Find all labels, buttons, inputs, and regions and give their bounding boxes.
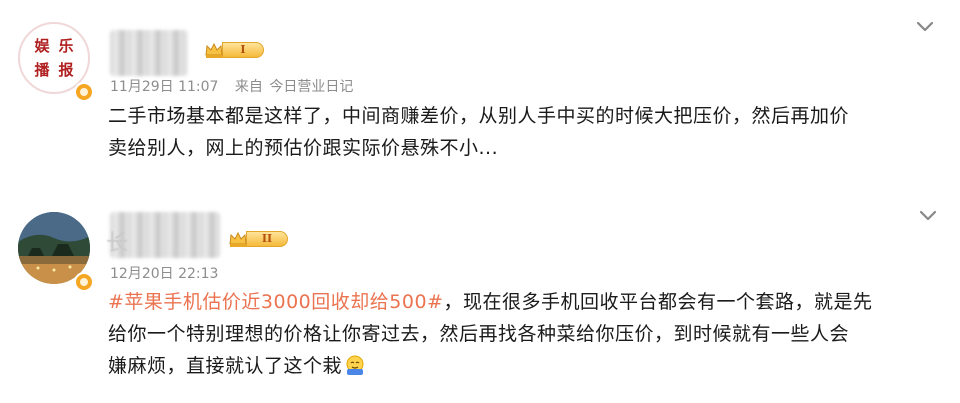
crown-icon xyxy=(228,230,248,248)
hashtag-link[interactable]: #苹果手机估价近3000回收却给500# xyxy=(108,291,443,313)
avatar-logo-char: 乐 xyxy=(58,37,74,55)
comment-line-text: 嫌麻烦，直接就认了这个栽 xyxy=(108,355,343,377)
comment-line: 卖给别人，网上的预估价跟实际价悬殊不小... xyxy=(108,137,499,159)
verified-badge-icon xyxy=(74,272,94,292)
avatar-logo-char: 娱 xyxy=(34,37,50,55)
username-visible-prefix[interactable]: 长 xyxy=(106,225,128,257)
avatar-logo-char: 播 xyxy=(34,61,50,79)
post-time: 22:13 xyxy=(178,266,219,282)
chevron-down-icon[interactable] xyxy=(918,209,938,223)
comment-text: 二手市场基本都是这样了，中间商赚差价，从别人手中买的时候大把压价，然后再加价 卖… xyxy=(108,100,930,164)
avatar-logo: 娱 乐 播 报 xyxy=(20,24,88,92)
post-date: 11月29日 xyxy=(110,79,174,95)
post-date: 12月20日 xyxy=(110,266,174,282)
level-badge-text: II xyxy=(246,231,288,247)
source-link[interactable]: 今日营业日记 xyxy=(269,79,353,95)
comment-line-rest: ，现在很多手机回收平台都会有一个套路，就是先 xyxy=(443,291,873,313)
source-label: 来自 xyxy=(234,79,263,95)
weibo-comment-feed: 娱 乐 播 报 I 11月29日 11:07 来自 今日营业日记 二手市场基本都… xyxy=(0,0,960,403)
avatar-logo-char: 报 xyxy=(58,61,74,79)
post-meta: 12月20日 22:13 xyxy=(110,263,218,283)
level-badge[interactable]: I xyxy=(204,41,264,59)
post-time: 11:07 xyxy=(178,79,219,95)
level-badge[interactable]: II xyxy=(228,230,288,248)
level-badge-text: I xyxy=(222,42,264,58)
comment-text: #苹果手机估价近3000回收却给500#，现在很多手机回收平台都会有一个套路，就… xyxy=(108,286,930,382)
comment-line: 给你一个特别理想的价格让你寄过去，然后再找各种菜给你压价，到时候就有一些人会 xyxy=(108,323,850,345)
post-meta: 11月29日 11:07 来自 今日营业日记 xyxy=(110,76,353,96)
verified-badge-icon xyxy=(74,82,94,102)
comment-line: 二手市场基本都是这样了，中间商赚差价，从别人手中买的时候大把压价，然后再加价 xyxy=(108,105,850,127)
chevron-down-icon[interactable] xyxy=(915,20,935,34)
comment-line: 嫌麻烦，直接就认了这个栽 xyxy=(108,350,930,382)
facepalm-emoji-icon xyxy=(344,354,366,376)
username-redacted[interactable] xyxy=(110,30,188,76)
crown-icon xyxy=(204,41,224,59)
comment-line: #苹果手机估价近3000回收却给500#，现在很多手机回收平台都会有一个套路，就… xyxy=(108,286,930,318)
